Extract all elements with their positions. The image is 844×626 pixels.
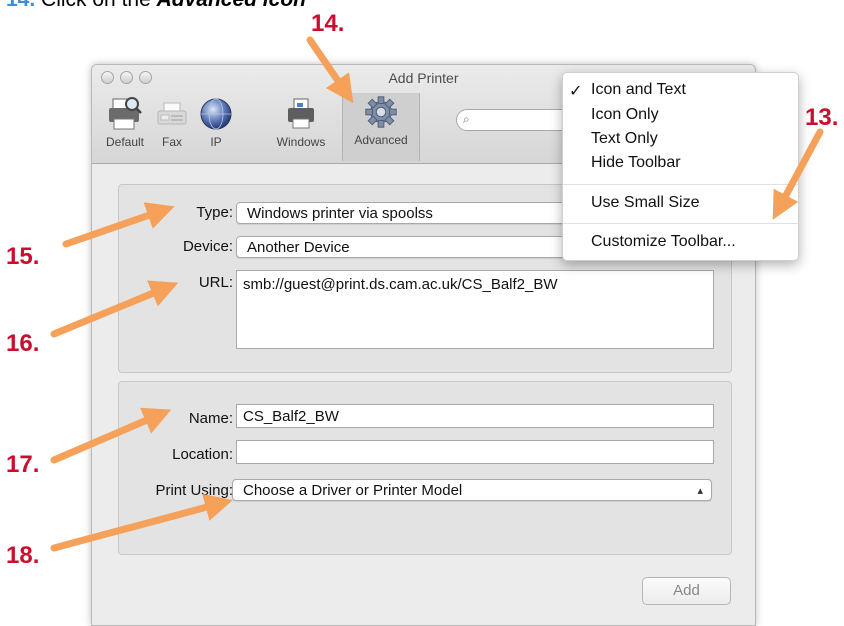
name-field[interactable]: CS_Balf2_BW <box>236 404 714 428</box>
step-label-16: 16. <box>6 330 40 357</box>
windows-printer-icon <box>288 98 314 129</box>
toolbar-fax-label: Fax <box>161 135 182 149</box>
instruction-caption: 14. Click on the Advanced icon <box>6 0 306 12</box>
globe-icon <box>200 98 232 130</box>
print-using-label: Print Using: <box>155 482 233 499</box>
step-label-15: 15. <box>6 243 40 270</box>
name-label: Name: <box>188 410 233 427</box>
type-value: Windows printer via spoolss <box>247 205 433 222</box>
menu-item-hide-toolbar[interactable]: Hide Toolbar <box>591 154 681 172</box>
caption-step-number: 14. <box>6 0 35 11</box>
location-label: Location: <box>172 446 233 463</box>
step-label-17: 17. <box>6 451 40 478</box>
toolbar-advanced-label: Advanced <box>354 133 408 147</box>
toolbar-default[interactable]: Default <box>100 95 150 159</box>
printer-search-icon <box>109 97 142 130</box>
printer-details-group: Name: CS_Balf2_BW Location: Print Using:… <box>118 381 732 555</box>
print-using-popup[interactable]: Choose a Driver or Printer Model ▴ <box>232 479 712 501</box>
gear-icon <box>365 96 397 128</box>
menu-item-icon-and-text[interactable]: ✓ Icon and Text <box>569 81 686 100</box>
popup-arrows-icon: ▴ <box>697 485 703 497</box>
menu-separator <box>563 223 798 224</box>
caption-bold-text: Advanced icon <box>157 0 306 11</box>
device-label: Device: <box>182 238 233 255</box>
toolbar-ip-label: IP <box>210 135 222 149</box>
add-button[interactable]: Add <box>642 577 731 605</box>
toolbar-windows[interactable]: Windows <box>272 95 330 159</box>
toolbar-default-label: Default <box>105 135 145 149</box>
fax-icon <box>157 102 187 125</box>
url-field[interactable]: smb://guest@print.ds.cam.ac.uk/CS_Balf2_… <box>236 270 714 349</box>
toolbar-context-menu: ✓ Icon and Text Icon Only Text Only Hide… <box>562 72 799 261</box>
menu-item-customize-toolbar[interactable]: Customize Toolbar... <box>591 233 736 251</box>
toolbar-advanced[interactable]: Advanced <box>342 93 420 161</box>
step-label-14: 14. <box>311 10 345 37</box>
caption-text: Click on the <box>41 0 151 11</box>
location-field[interactable] <box>236 440 714 464</box>
toolbar-ip[interactable]: IP <box>196 95 236 159</box>
print-using-value: Choose a Driver or Printer Model <box>243 482 463 499</box>
device-value: Another Device <box>247 239 350 256</box>
menu-item-text-only[interactable]: Text Only <box>591 130 658 148</box>
toolbar-fax[interactable]: Fax <box>152 95 192 159</box>
menu-item-use-small-size[interactable]: Use Small Size <box>591 194 699 212</box>
menu-separator <box>563 184 798 185</box>
checkmark-icon: ✓ <box>569 83 583 100</box>
menu-item-icon-only[interactable]: Icon Only <box>591 106 659 124</box>
menu-item-label: Icon and Text <box>591 81 686 98</box>
search-icon: ⌕ <box>463 112 470 126</box>
step-label-18: 18. <box>6 542 40 569</box>
type-label: Type: <box>196 204 233 221</box>
url-label: URL: <box>198 274 233 291</box>
step-label-13: 13. <box>805 104 839 131</box>
toolbar-windows-label: Windows <box>276 135 326 149</box>
